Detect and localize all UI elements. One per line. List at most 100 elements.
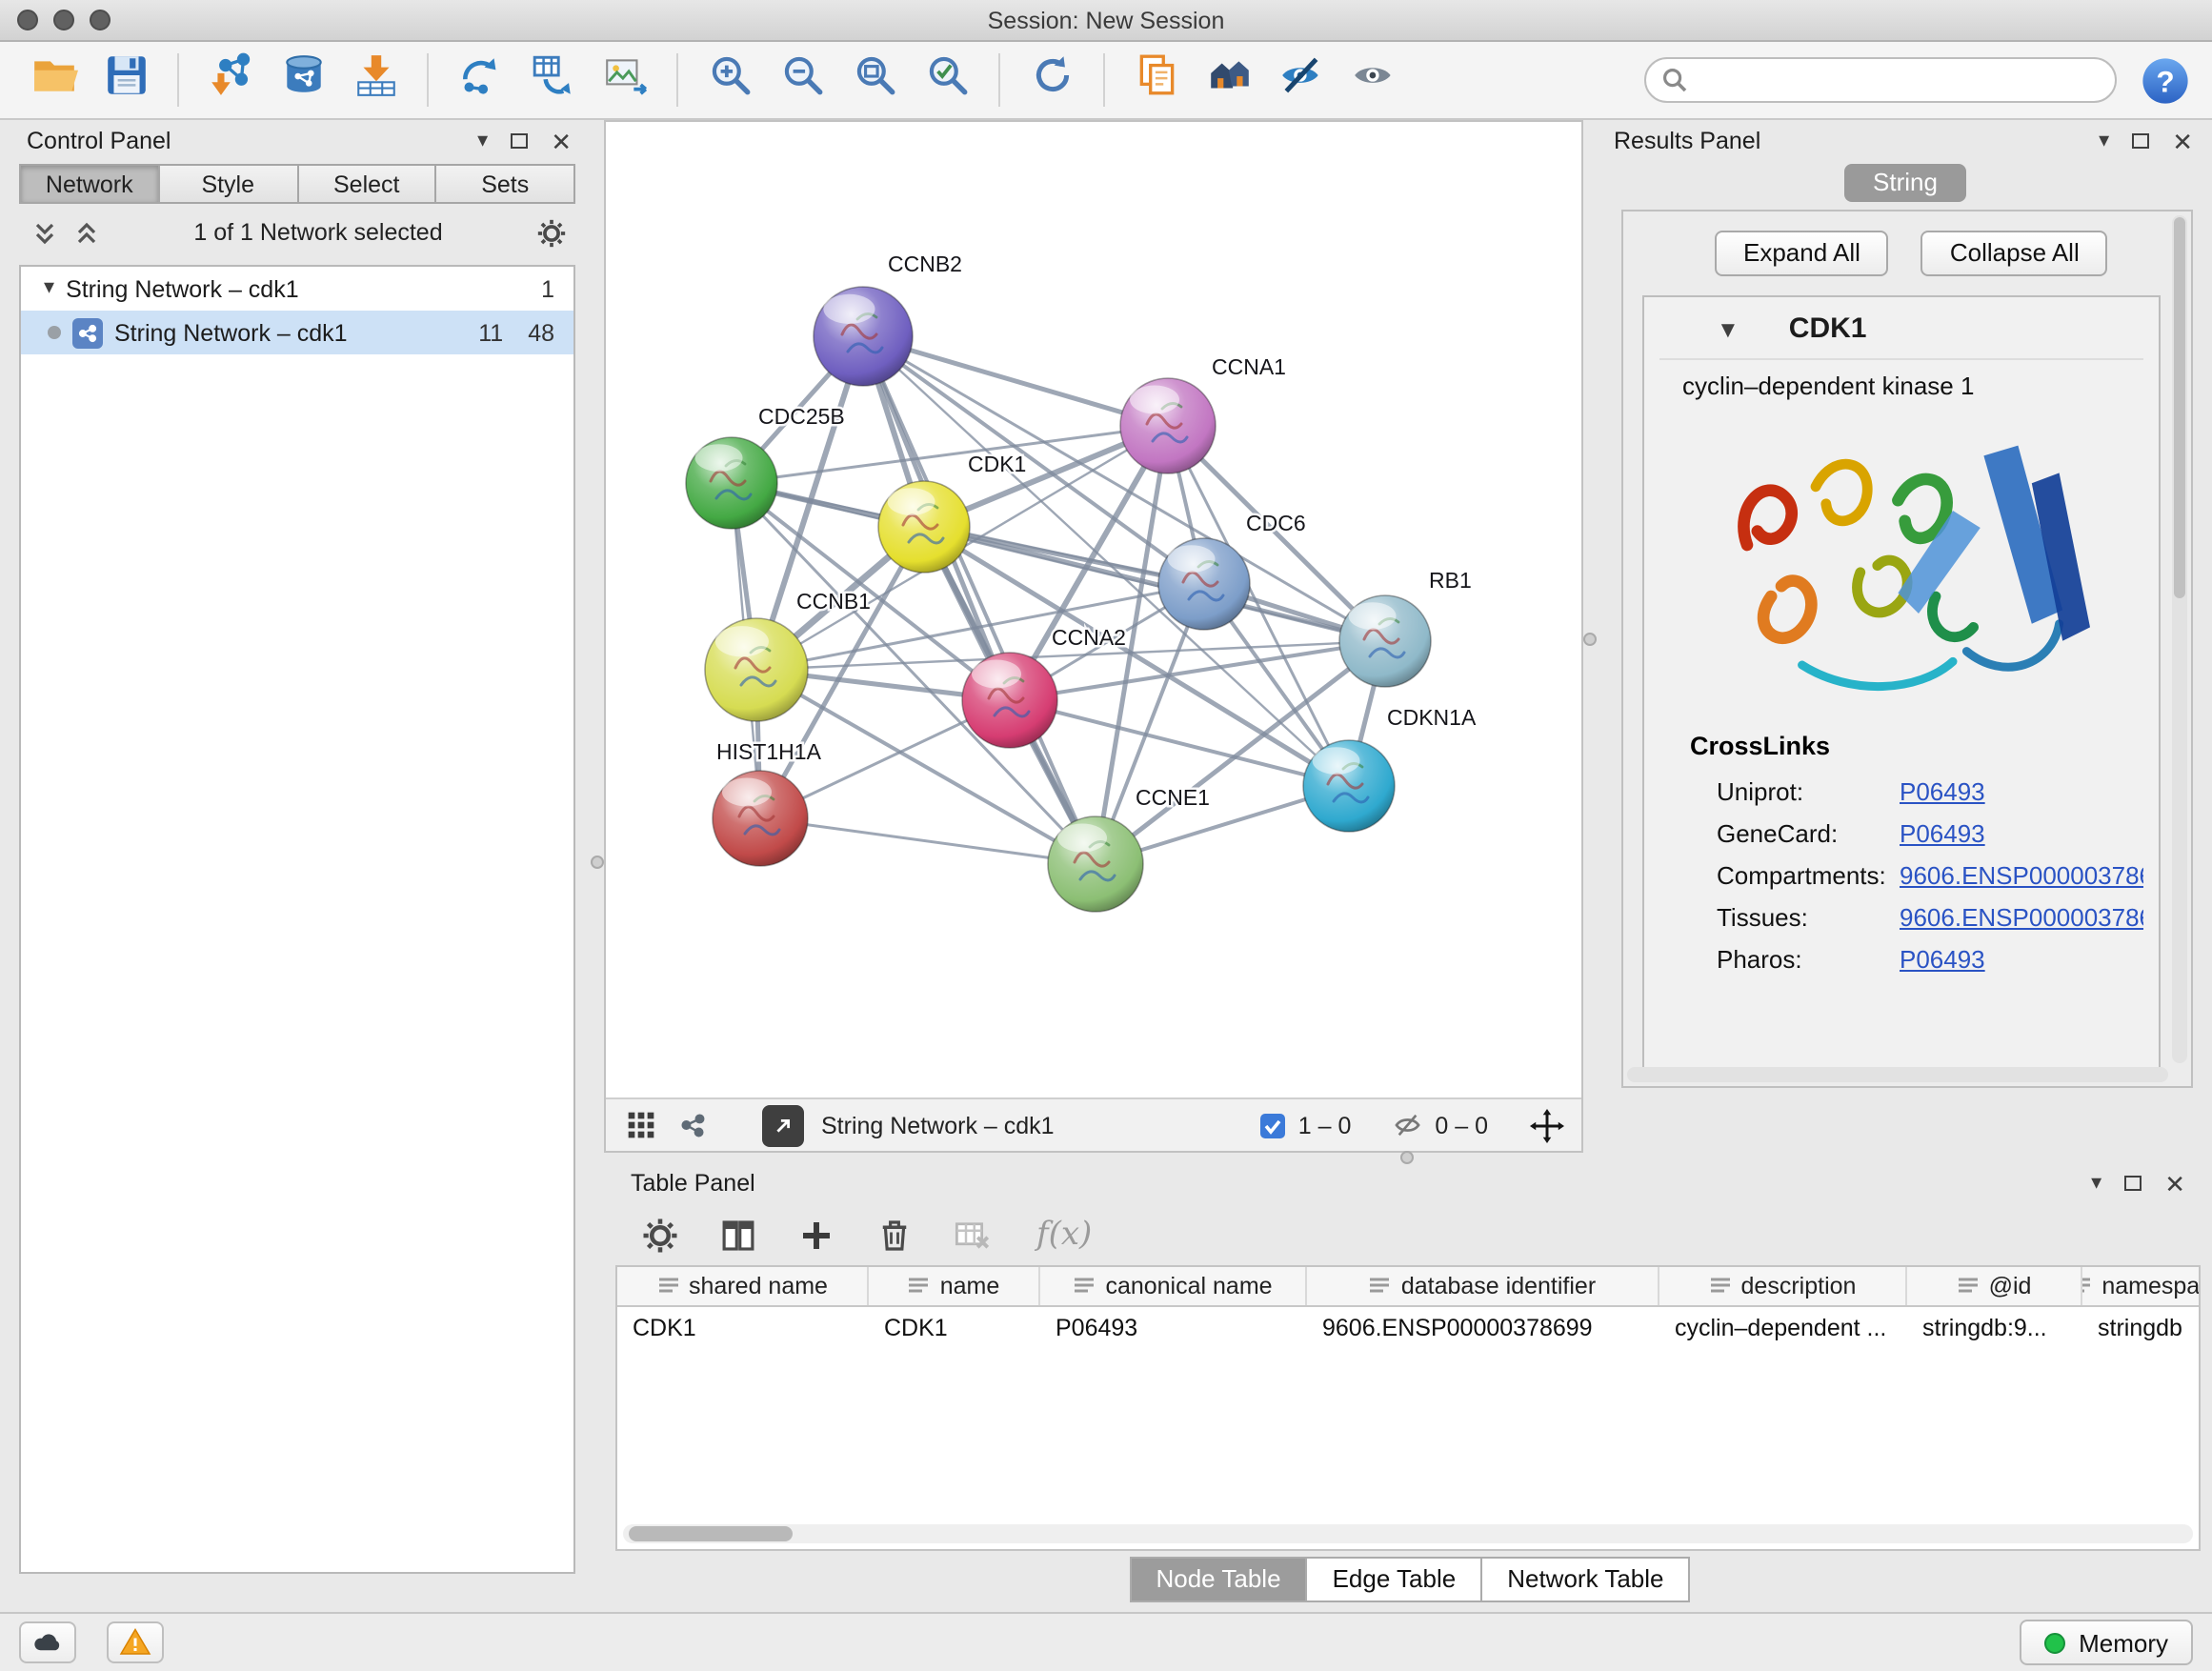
warning-icon [118, 1625, 152, 1660]
column-header-database-identifier[interactable]: database identifier [1307, 1267, 1659, 1305]
crosslink-link[interactable]: P06493 [1900, 944, 1985, 973]
splitter-handle[interactable] [1583, 633, 1597, 646]
panel-close-button[interactable]: ✕ [2172, 129, 2193, 153]
help-icon: ? [2139, 54, 2190, 106]
scrollbar-thumb[interactable] [629, 1526, 793, 1541]
tab-select[interactable]: Select [298, 164, 437, 204]
network-from-table-button[interactable] [518, 48, 587, 112]
zoom-fit-button[interactable] [840, 48, 909, 112]
tab-sets[interactable]: Sets [437, 164, 576, 204]
show-columns-button[interactable] [716, 1214, 758, 1256]
import-network-database-button[interactable] [269, 48, 337, 112]
zoom-in-button[interactable] [695, 48, 764, 112]
tree-expander-icon[interactable]: ▾ [44, 278, 54, 299]
splitter-handle[interactable] [591, 856, 604, 869]
panel-close-button[interactable]: ✕ [2164, 1171, 2185, 1196]
open-in-new-window-button[interactable] [762, 1104, 804, 1146]
cloud-status-button[interactable] [19, 1621, 76, 1663]
collapse-all-icon[interactable] [72, 218, 101, 247]
panel-menu-button[interactable]: ▾ [2099, 131, 2109, 151]
results-tab-string[interactable]: String [1844, 164, 1966, 202]
vertical-splitter-2[interactable] [1583, 120, 1599, 1153]
apply-layout-button[interactable] [1017, 48, 1086, 112]
results-vertical-scrollbar[interactable] [2172, 215, 2187, 1063]
splitter-handle[interactable] [1400, 1151, 1414, 1164]
network-collection-row[interactable]: ▾ String Network – cdk1 1 [21, 267, 573, 311]
gene-card: ▼ CDK1 cyclin–dependent kinase 1 [1642, 295, 2161, 1071]
crosslink-row: Pharos: P06493 [1659, 937, 2143, 979]
help-button[interactable]: ? [2136, 51, 2193, 109]
show-graphics-button[interactable] [1339, 48, 1408, 112]
hidden-eye-icon[interactable] [1393, 1113, 1423, 1137]
scrollbar-thumb[interactable] [2174, 217, 2185, 599]
panel-float-button[interactable] [2132, 133, 2149, 149]
column-header-shared-name[interactable]: shared name [617, 1267, 869, 1305]
zoom-selected-button[interactable] [913, 48, 981, 112]
results-buttons: Expand All Collapse All [1715, 231, 2161, 276]
network-edge[interactable] [760, 818, 1096, 864]
save-session-button[interactable] [91, 48, 160, 112]
column-header-description[interactable]: description [1659, 1267, 1907, 1305]
panel-menu-button[interactable]: ▾ [477, 131, 488, 151]
expand-all-button[interactable]: Expand All [1715, 231, 1889, 276]
tab-network-table[interactable]: Network Table [1482, 1557, 1690, 1602]
panel-menu-button[interactable]: ▾ [2091, 1173, 2101, 1194]
table-row[interactable]: CDK1 CDK1 P06493 9606.ENSP00000378699 cy… [617, 1307, 2199, 1349]
homes-button[interactable] [1195, 48, 1263, 112]
selected-checkbox-icon[interactable] [1260, 1112, 1287, 1138]
crosslink-link[interactable]: P06493 [1900, 818, 1985, 847]
copy-document-button[interactable] [1122, 48, 1191, 112]
zoom-window-button[interactable] [90, 10, 111, 30]
horizontal-splitter[interactable] [604, 1153, 2212, 1162]
table-settings-button[interactable] [638, 1214, 680, 1256]
panel-float-button[interactable] [2124, 1176, 2142, 1191]
pan-crosshair-icon[interactable] [1530, 1108, 1564, 1142]
column-header-canonical-name[interactable]: canonical name [1040, 1267, 1307, 1305]
tab-style[interactable]: Style [160, 164, 299, 204]
crosslink-link[interactable]: P06493 [1900, 776, 1985, 805]
export-image-button[interactable] [591, 48, 659, 112]
memory-button[interactable]: Memory [2020, 1620, 2193, 1665]
panel-close-button[interactable]: ✕ [551, 129, 572, 153]
tab-edge-table[interactable]: Edge Table [1308, 1557, 1483, 1602]
cytoscape-window: Session: New Session ? [0, 0, 2212, 1671]
zoom-out-button[interactable] [768, 48, 836, 112]
delete-column-button[interactable] [873, 1214, 915, 1256]
collapse-card-icon[interactable]: ▼ [1717, 317, 1739, 340]
panel-float-button[interactable] [511, 133, 528, 149]
toolbar-separator [998, 53, 1000, 107]
network-edge[interactable] [863, 336, 1096, 864]
minimize-window-button[interactable] [53, 10, 74, 30]
tab-network[interactable]: Network [19, 164, 160, 204]
table-horizontal-scrollbar[interactable] [623, 1524, 2193, 1543]
column-header-id[interactable]: @id [1907, 1267, 2082, 1305]
close-window-button[interactable] [17, 10, 38, 30]
crosslink-link[interactable]: 9606.ENSP00000378699 [1900, 860, 2143, 889]
column-header-name[interactable]: name [869, 1267, 1040, 1305]
hide-graphics-button[interactable] [1267, 48, 1336, 112]
delete-table-button[interactable] [951, 1214, 993, 1256]
tab-node-table[interactable]: Node Table [1129, 1557, 1307, 1602]
grid-view-button[interactable] [623, 1108, 657, 1142]
search-input[interactable] [1644, 57, 2117, 103]
node-label-cdc6: CDC6 [1246, 511, 1306, 535]
network-canvas[interactable]: CCNB2CCNA1CDC25BCDK1CDC6RB1CCNB1CCNA2CDK… [606, 122, 1581, 1097]
gene-card-header[interactable]: ▼ CDK1 [1659, 305, 2143, 360]
open-session-button[interactable] [19, 48, 88, 112]
crosslink-link[interactable]: 9606.ENSP00000378699 [1900, 902, 2143, 931]
add-column-button[interactable] [794, 1214, 836, 1256]
import-table-button[interactable] [341, 48, 410, 112]
network-row-selected[interactable]: String Network – cdk1 11 48 [21, 311, 573, 354]
import-network-file-button[interactable] [196, 48, 265, 112]
network-overview-button[interactable] [674, 1108, 709, 1142]
warnings-button[interactable] [107, 1621, 164, 1663]
right-column: CCNB2CCNA1CDC25BCDK1CDC6RB1CCNB1CCNA2CDK… [604, 120, 2212, 1612]
new-network-button[interactable] [446, 48, 514, 112]
gear-icon[interactable] [535, 216, 568, 249]
expand-all-icon[interactable] [30, 218, 59, 247]
vertical-splitter[interactable] [591, 120, 604, 1612]
column-header-namespace[interactable]: namespac [2082, 1267, 2199, 1305]
results-horizontal-scrollbar[interactable] [1627, 1067, 2168, 1082]
function-builder-button[interactable]: f(x) [1036, 1216, 1092, 1254]
collapse-all-button[interactable]: Collapse All [1921, 231, 2108, 276]
